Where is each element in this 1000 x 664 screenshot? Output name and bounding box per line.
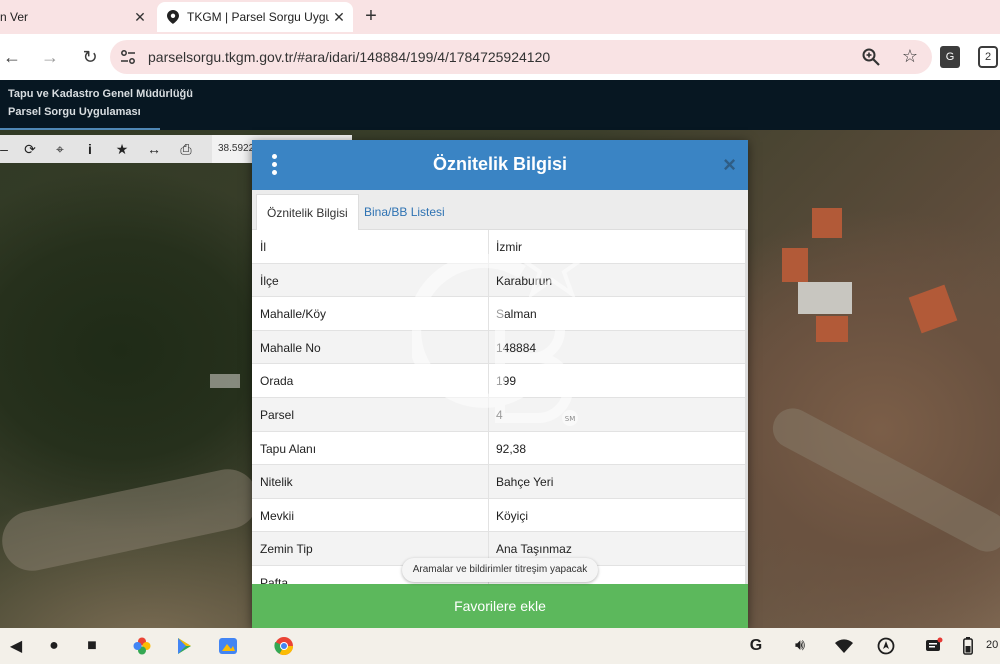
close-icon[interactable]: × <box>723 152 736 178</box>
system-taskbar: ◀ ● ■ G 🔊︎ 20 <box>0 628 1000 664</box>
chrome-app-icon[interactable] <box>274 636 294 656</box>
table-row: Mahalle/Köy Salman <box>252 297 748 331</box>
table-row: Nitelik Bahçe Yeri <box>252 465 748 499</box>
translate-icon[interactable]: G <box>940 46 960 68</box>
map-building <box>210 374 240 388</box>
gallery-app-icon[interactable] <box>218 636 238 656</box>
attr-key: Pafta <box>260 575 289 584</box>
attr-key: Mahalle/Köy <box>260 307 327 322</box>
table-row: İl İzmir <box>252 230 748 264</box>
table-row: Mahalle No 148884 <box>252 330 748 365</box>
forward-button[interactable]: → <box>38 46 62 70</box>
pan-icon[interactable]: – <box>0 139 14 159</box>
attribute-modal: Öznitelik Bilgisi × Öznitelik Bilgisi Bi… <box>252 140 748 628</box>
clock: 20 <box>986 639 999 651</box>
attr-value: Köyiçi <box>496 508 529 523</box>
address-bar[interactable]: parselsorgu.tkgm.gov.tr/#ara/idari/14888… <box>110 40 932 74</box>
attr-key: Mahalle No <box>260 340 321 355</box>
attr-value: 4 <box>496 407 503 422</box>
browser-tab-strip: n Ver ✕ TKGM | Parsel Sorgu Uygulama ✕ + <box>0 0 1000 34</box>
back-nav-icon[interactable]: ◀ <box>6 636 26 656</box>
new-tab-button[interactable]: + <box>360 6 382 28</box>
notification-icon[interactable] <box>924 636 944 656</box>
site-settings-icon[interactable] <box>120 49 136 65</box>
attr-key: Zemin Tip <box>260 542 313 557</box>
map-building <box>812 208 842 238</box>
tab-attribute-info[interactable]: Öznitelik Bilgisi <box>256 194 359 231</box>
bookmark-star-icon[interactable]: ☆ <box>902 46 918 67</box>
photos-app-icon[interactable] <box>132 636 152 656</box>
recents-nav-icon[interactable]: ■ <box>82 636 102 656</box>
attr-value: 148884 <box>496 340 537 355</box>
toast-notification: Aramalar ve bildirimler titreşim yapacak <box>402 558 598 582</box>
attr-value: İzmir <box>496 240 522 254</box>
map-building <box>816 316 848 342</box>
attr-key: Nitelik <box>260 475 293 490</box>
attr-value: 199 <box>496 374 517 389</box>
browser-tab-active[interactable]: TKGM | Parsel Sorgu Uygulama ✕ <box>157 2 353 32</box>
map-building <box>908 284 958 334</box>
battery-icon <box>958 636 978 656</box>
map-road <box>0 463 264 577</box>
attr-value: Salman <box>496 307 537 322</box>
map-building <box>798 282 852 314</box>
attribute-table: İl İzmir İlçe Karaburun Mahalle/Köy Salman … <box>252 230 748 584</box>
table-row: Orada 199 <box>252 364 748 398</box>
attr-value: 92,38 <box>496 441 527 456</box>
map-building <box>782 248 808 282</box>
star-icon[interactable]: ★ <box>112 139 132 159</box>
attr-value: Bahçe Yeri <box>496 475 554 490</box>
location-status-icon[interactable] <box>876 636 896 656</box>
attr-key: İlçe <box>260 273 279 288</box>
table-row: Mevkii Köyiçi <box>252 498 748 533</box>
info-icon[interactable]: i <box>80 139 100 159</box>
wifi-icon[interactable] <box>834 636 854 656</box>
attr-key: Orada <box>260 374 294 389</box>
url-text: parselsorgu.tkgm.gov.tr/#ara/idari/14888… <box>148 49 551 65</box>
attr-key: İl <box>260 240 266 254</box>
modal-header: Öznitelik Bilgisi × <box>252 140 748 190</box>
tab-title: n Ver <box>0 10 29 24</box>
table-row: Tapu Alanı 92,38 <box>252 431 748 466</box>
locate-icon[interactable]: ⌖ <box>50 139 70 159</box>
table-row: Parsel 4 <box>252 397 748 432</box>
tab-title: TKGM | Parsel Sorgu Uygulama <box>187 10 329 24</box>
attr-key: Parsel <box>260 407 295 422</box>
app-org-name: Tapu ve Kadastro Genel Müdürlüğü <box>8 88 193 100</box>
volume-icon[interactable]: 🔊︎ <box>790 636 810 656</box>
table-row: İlçe Karaburun <box>252 263 748 298</box>
map-road <box>765 401 1000 559</box>
google-icon[interactable]: G <box>746 636 766 656</box>
attr-key: Tapu Alanı <box>260 441 317 456</box>
profile-badge[interactable]: 2 <box>978 46 998 68</box>
browser-tab-inactive[interactable]: n Ver ✕ <box>0 2 154 32</box>
measure-icon[interactable]: ↔ <box>144 139 164 159</box>
attr-key: Mevkii <box>260 508 295 523</box>
app-header: Tapu ve Kadastro Genel Müdürlüğü Parsel … <box>0 80 1000 130</box>
close-icon[interactable]: ✕ <box>130 9 150 26</box>
play-store-icon[interactable] <box>174 636 194 656</box>
refresh-icon[interactable]: ⟳ <box>20 139 40 159</box>
location-pin-icon <box>167 10 181 24</box>
zoom-icon[interactable] <box>862 48 880 66</box>
tab-building-list[interactable]: Bina/BB Listesi <box>354 194 455 231</box>
back-button[interactable]: ← <box>0 46 24 70</box>
add-favorite-button[interactable]: Favorilere ekle <box>252 584 748 628</box>
reload-button[interactable]: ↻ <box>78 46 102 70</box>
table-scrollbar[interactable] <box>745 230 748 584</box>
app-name: Parsel Sorgu Uygulaması <box>8 106 141 118</box>
print-icon[interactable]: ⎙ <box>176 139 196 159</box>
modal-tabs: Öznitelik Bilgisi Bina/BB Listesi <box>252 190 748 231</box>
attr-value: Karaburun <box>496 273 553 288</box>
browser-toolbar: ← → ↻ parselsorgu.tkgm.gov.tr/#ara/idari… <box>0 34 1000 80</box>
close-icon[interactable]: ✕ <box>329 9 349 26</box>
attr-value: Ana Taşınmaz <box>496 542 572 557</box>
modal-title: Öznitelik Bilgisi <box>432 154 568 174</box>
home-nav-icon[interactable]: ● <box>44 636 64 656</box>
